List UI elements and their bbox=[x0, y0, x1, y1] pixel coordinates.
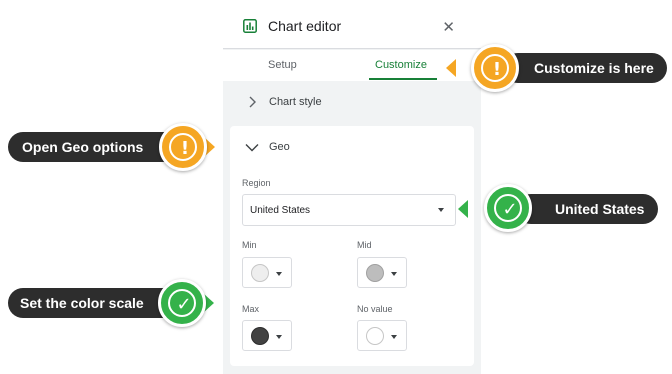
callout-customize: Customize is here bbox=[503, 53, 667, 83]
tab-setup[interactable]: Setup bbox=[268, 59, 297, 71]
chart-editor-title: Chart editor bbox=[268, 18, 342, 34]
geo-section: Geo Region United States Min Mid Max No … bbox=[230, 126, 474, 366]
check-badge-icon: ✓ bbox=[484, 184, 532, 232]
chart-icon bbox=[243, 19, 257, 33]
close-icon[interactable]: ✕ bbox=[442, 18, 455, 36]
region-dropdown[interactable]: United States bbox=[242, 194, 456, 226]
mid-label: Mid bbox=[357, 240, 372, 250]
section-label-geo: Geo bbox=[269, 141, 290, 153]
min-label: Min bbox=[242, 240, 257, 250]
tab-customize[interactable]: Customize bbox=[375, 59, 427, 71]
chart-editor-panel: Chart editor ✕ Setup Customize Chart sty… bbox=[223, 0, 481, 374]
check-badge-icon: ✓ bbox=[158, 279, 206, 327]
callout-customize-text: Customize is here bbox=[534, 60, 654, 76]
no-value-color-swatch bbox=[366, 327, 384, 345]
no-value-color-button[interactable] bbox=[357, 320, 407, 351]
section-label-chart-style: Chart style bbox=[269, 96, 322, 108]
callout-geo: Open Geo options bbox=[8, 132, 180, 162]
chevron-right-icon bbox=[249, 96, 256, 108]
callout-geo-text: Open Geo options bbox=[22, 139, 144, 155]
dropdown-caret-icon bbox=[276, 335, 282, 339]
dropdown-caret-icon bbox=[438, 208, 444, 212]
warning-badge-icon: ! bbox=[159, 123, 207, 171]
dropdown-caret-icon bbox=[391, 272, 397, 276]
callout-pointer bbox=[446, 59, 456, 77]
region-value: United States bbox=[250, 205, 311, 216]
dropdown-caret-icon bbox=[276, 272, 282, 276]
editor-tabs: Setup Customize bbox=[223, 50, 481, 81]
tab-selected-indicator bbox=[369, 78, 437, 80]
max-color-button[interactable] bbox=[242, 320, 292, 351]
region-label: Region bbox=[242, 178, 271, 188]
min-color-button[interactable] bbox=[242, 257, 292, 288]
callout-united-states: United States bbox=[516, 194, 658, 224]
chevron-down-icon bbox=[245, 144, 259, 152]
callout-color-scale-text: Set the color scale bbox=[20, 295, 144, 311]
section-geo[interactable]: Geo bbox=[223, 126, 481, 170]
mid-color-button[interactable] bbox=[357, 257, 407, 288]
no-value-label: No value bbox=[357, 304, 393, 314]
mid-color-swatch bbox=[366, 264, 384, 282]
section-chart-style[interactable]: Chart style bbox=[223, 81, 481, 125]
warning-badge-icon: ! bbox=[471, 44, 519, 92]
max-color-swatch bbox=[251, 327, 269, 345]
min-color-swatch bbox=[251, 264, 269, 282]
dropdown-caret-icon bbox=[391, 335, 397, 339]
chart-editor-header: Chart editor ✕ bbox=[223, 0, 481, 49]
max-label: Max bbox=[242, 304, 260, 314]
callout-united-states-text: United States bbox=[555, 201, 645, 217]
callout-pointer bbox=[458, 200, 468, 218]
